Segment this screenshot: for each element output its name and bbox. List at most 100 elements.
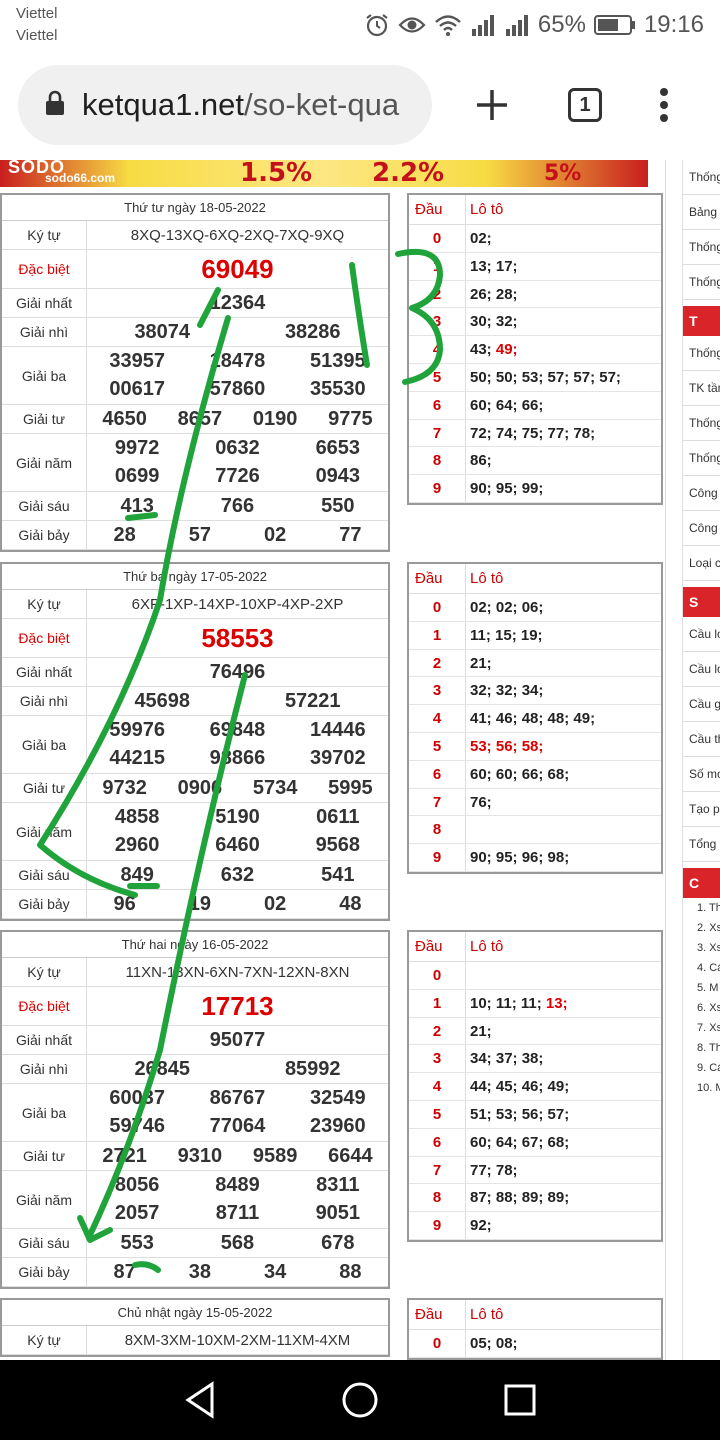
sidebar-link[interactable]: Cầu lo [683, 652, 720, 687]
sidebar-link[interactable]: Thống [683, 265, 720, 300]
sidebar-news-item[interactable]: 9. Cá 18 [683, 1058, 720, 1078]
prize-number: 86767 [209, 1086, 266, 1109]
sidebar-link[interactable]: Tổng [683, 827, 720, 862]
sidebar-link[interactable]: Cầu th [683, 722, 720, 757]
prize-number: 44215 [109, 747, 165, 770]
sidebar-news-item[interactable]: 3. Xs ni [683, 938, 720, 958]
loto-text: 34; 37; 38; [470, 1050, 544, 1068]
sidebar-news-item[interactable]: 7. Xs kh [683, 1018, 720, 1038]
prize-values: 4650 8657 0190 9775 [87, 405, 388, 433]
sidebar-link[interactable]: Thống [683, 441, 720, 476]
sidebar-news-item[interactable]: 5. M [683, 978, 720, 998]
url-text[interactable]: ketqua1.net/so-ket-qua [82, 87, 399, 123]
loto-values: 21; [465, 1017, 661, 1045]
prize-label: Giải sáu [2, 492, 87, 520]
loto-head-label: Lô tô [465, 1300, 661, 1329]
loto-head-digit: 4 [432, 710, 442, 728]
prize-number: 0632 [215, 436, 260, 459]
sidebar-link[interactable]: Công [683, 476, 720, 511]
loto-head-digit: 1 [432, 994, 442, 1012]
sidebar-link[interactable]: Thống [683, 406, 720, 441]
battery-level: 65% [537, 11, 586, 38]
loto-values: 13; 17; [465, 252, 661, 280]
tab-switcher-button[interactable]: 1 [560, 80, 610, 130]
prize-number: 23960 [310, 1115, 366, 1138]
sidebar-news-item[interactable]: 6. Xs th [683, 998, 720, 1018]
prize-label: Giải bảy [2, 1258, 87, 1286]
prize-number: 98866 [209, 747, 266, 770]
prize-number: 9310 [177, 1144, 223, 1167]
menu-icon[interactable] [639, 80, 689, 130]
prize-number: 5734 [252, 776, 298, 799]
prize-label: Giải nhất [2, 658, 87, 686]
back-icon[interactable] [178, 1378, 222, 1422]
prize-label: Giải nhì [2, 1055, 87, 1083]
sidebar-link[interactable]: Loại c [683, 546, 720, 581]
prize-number: 0611 [316, 805, 360, 828]
sidebar-news-item[interactable]: 10. M [683, 1078, 720, 1098]
lock-icon [44, 90, 66, 121]
prize-values: 11XN-13XN-6XN-7XN-12XN-8XN [87, 958, 388, 986]
sidebar-link[interactable]: TK tần [683, 371, 720, 406]
prize-subrow: 28 57 02 77 [87, 521, 388, 549]
home-icon[interactable] [338, 1378, 382, 1422]
new-tab-button[interactable] [467, 80, 517, 130]
sidebar-link[interactable]: Bảng [683, 195, 720, 230]
sidebar-news-item[interactable]: 8. Th 18 [683, 1038, 720, 1058]
ky-tu-code: 11XN-13XN-6XN-7XN-12XN-8XN [125, 963, 350, 981]
sidebar-link[interactable]: Cầu g [683, 687, 720, 722]
sidebar-link[interactable]: Số mo [683, 757, 720, 792]
loto-head-label: Lô tô [465, 932, 661, 961]
loto-row: 2 21; [409, 649, 661, 678]
prize-row: Giải nhất 76496 [2, 658, 388, 687]
prize-number: 0190 [252, 407, 298, 430]
prize-row: Giải sáu 553 568 678 [2, 1229, 388, 1258]
loto-head-digit: 2 [432, 1022, 442, 1040]
prize-label: Đặc biệt [2, 250, 87, 288]
banner-rate: 5% [544, 161, 582, 186]
loto-values: 50; 50; 53; 57; 57; 57; [465, 363, 661, 391]
prize-subrow: 4650 8657 0190 9775 [87, 405, 388, 433]
loto-text: 10; 11; 11; [470, 994, 546, 1012]
url-bar[interactable]: ketqua1.net/so-ket-qua [18, 65, 432, 145]
loto-head-digit: 9 [432, 849, 442, 867]
sidebar-link[interactable]: Tạo p [683, 792, 720, 827]
eye-icon [398, 14, 426, 36]
sidebar-link[interactable]: Thống theo Đ [683, 230, 720, 265]
loto-head-digit: 6 [432, 765, 442, 783]
sidebar-link[interactable]: Công VIP [683, 511, 720, 546]
loto-text: 13; 17; [470, 257, 518, 275]
sidebar-news-item[interactable]: 2. Xs qu [683, 918, 720, 938]
prize-subrow: 413 766 550 [87, 492, 388, 520]
loto-values: 02; [465, 225, 661, 252]
ad-banner[interactable]: SODO sodo66.com 1.5% 2.2% 5% [0, 160, 648, 187]
loto-head-digit: 7 [432, 1161, 442, 1179]
recents-icon[interactable] [498, 1378, 542, 1422]
prize-number: 9051 [315, 1202, 361, 1225]
sidebar-link[interactable]: Thống [683, 336, 720, 371]
alarm-icon [364, 12, 390, 38]
loto-values: 86; [465, 447, 661, 475]
sidebar-link[interactable]: Cầu lo [683, 617, 720, 652]
loto-values: 44; 45; 46; 49; [465, 1073, 661, 1100]
banner-rate: 2.2% [372, 160, 445, 187]
prize-number: 632 [220, 863, 255, 886]
prize-number: 76496 [209, 660, 266, 683]
loto-head-digit: 4 [432, 1078, 442, 1096]
sidebar-news-item[interactable]: 1. Th 19 [683, 898, 720, 918]
prize-label: Giải tư [2, 405, 87, 433]
loto-head-digit: 0 [432, 230, 442, 247]
sidebar-news-item[interactable]: 4. Cá 19 [683, 958, 720, 978]
prize-values: 849 632 541 [87, 861, 388, 889]
browser-toolbar: ketqua1.net/so-ket-qua 1 [0, 56, 720, 160]
sidebar-link[interactable]: Thống [683, 160, 720, 195]
loto-values: 05; 08; [465, 1330, 661, 1357]
prize-values: 553 568 678 [87, 1229, 388, 1257]
prize-subrow: 11XN-13XN-6XN-7XN-12XN-8XN [87, 958, 388, 986]
prize-number: 69848 [209, 718, 266, 741]
prize-values: 8056 8489 8311 2057 8711 9051 [87, 1171, 388, 1228]
prize-number: 28 [113, 523, 136, 546]
prize-label: Giải nhất [2, 289, 87, 317]
prize-values: 60037 86767 32549 59746 77064 23960 [87, 1084, 388, 1141]
prize-number: 6653 [315, 436, 361, 459]
